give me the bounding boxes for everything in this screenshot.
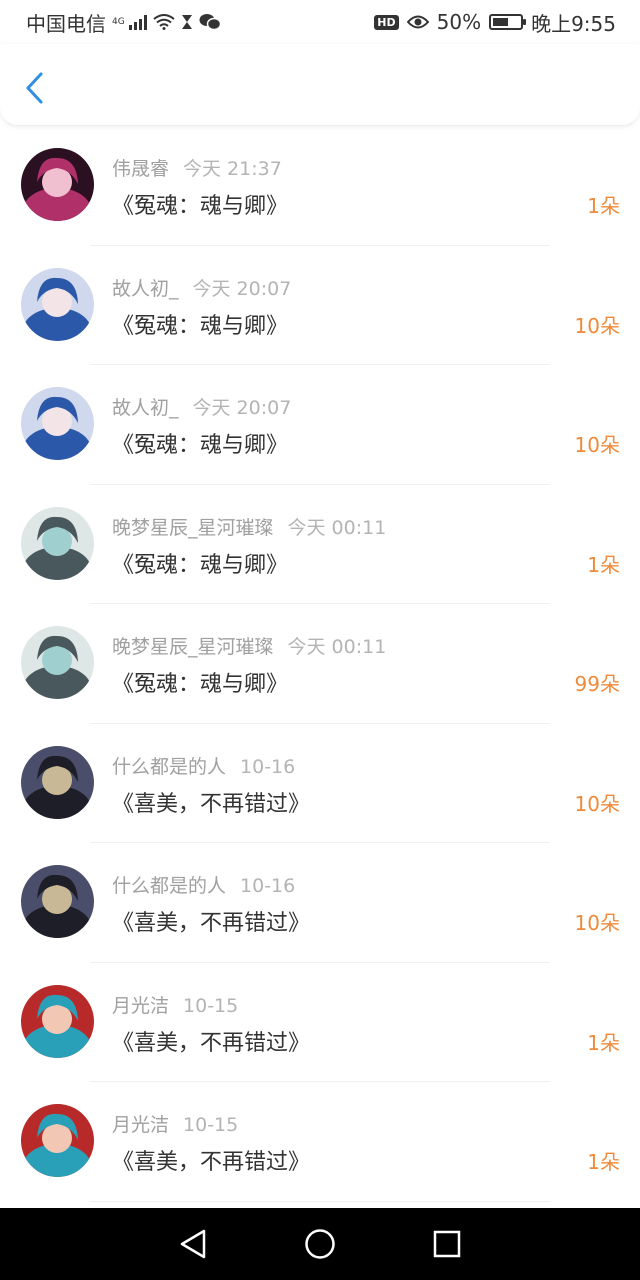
book-title[interactable]: 《冤魂：魂与卿》 xyxy=(112,308,288,340)
item-meta: 月光洁 10-15 xyxy=(112,991,238,1018)
system-nav-bar xyxy=(0,1208,640,1280)
avatar[interactable] xyxy=(21,984,94,1058)
avatar[interactable] xyxy=(21,267,94,341)
nav-home-button[interactable] xyxy=(300,1224,340,1264)
battery-fill xyxy=(493,18,509,26)
book-title[interactable]: 《喜美，不再错过》 xyxy=(112,1025,310,1057)
flower-count: 99朵 xyxy=(574,672,620,696)
book-title[interactable]: 《喜美，不再错过》 xyxy=(112,905,310,937)
item-meta: 晚梦星辰_星河璀璨 今天 00:11 xyxy=(112,513,386,540)
battery-icon xyxy=(489,14,527,30)
book-title[interactable]: 《喜美，不再错过》 xyxy=(112,786,310,818)
sender-name[interactable]: 伟晟睿 xyxy=(112,158,169,180)
flower-count: 10朵 xyxy=(574,433,620,457)
network-type: 4G xyxy=(112,17,125,27)
top-nav-bar xyxy=(0,44,640,126)
avatar[interactable] xyxy=(21,387,94,460)
chevron-left-icon xyxy=(26,72,43,104)
flower-count: 10朵 xyxy=(574,313,620,338)
clock: 晚上9:55 xyxy=(531,11,616,36)
book-title[interactable]: 《冤魂：魂与卿》 xyxy=(112,427,288,459)
sent-time: 今天 20:07 xyxy=(192,277,292,300)
status-bar: 中国电信 4G HD 50% 晚上9:55 xyxy=(0,0,640,44)
sender-name[interactable]: 晚梦星辰_星河璀璨 xyxy=(112,517,274,539)
list-item[interactable]: 什么都是的人 10-16 《喜美，不再错过》 10朵 xyxy=(0,843,640,963)
book-title[interactable]: 《冤魂：魂与卿》 xyxy=(112,547,288,579)
avatar[interactable] xyxy=(21,745,94,819)
hourglass-icon xyxy=(181,15,192,29)
nav-back-button[interactable] xyxy=(173,1224,213,1264)
battery-percent: 50% xyxy=(436,10,482,34)
sent-time: 10-15 xyxy=(183,1114,239,1136)
carrier-name: 中国电信 xyxy=(26,11,106,36)
triangle-back-icon xyxy=(181,1229,206,1259)
flower-count: 1朵 xyxy=(587,194,620,218)
sent-time: 今天 20:07 xyxy=(192,397,292,419)
item-meta: 伟晟睿 今天 21:37 xyxy=(112,154,282,181)
sent-time: 今天 00:11 xyxy=(287,516,387,539)
sent-time: 10-16 xyxy=(240,755,296,778)
avatar[interactable] xyxy=(21,148,94,221)
book-title[interactable]: 《冤魂：魂与卿》 xyxy=(112,666,288,698)
list-item[interactable]: 什么都是的人 10-16 《喜美，不再错过》 10朵 xyxy=(0,724,640,843)
item-meta: 故人初_ 今天 20:07 xyxy=(112,393,291,420)
divider xyxy=(90,1200,550,1202)
sender-name[interactable]: 故人初_ xyxy=(112,397,179,419)
gift-list: 伟晟睿 今天 21:37 《冤魂：魂与卿》 1朵 故人初_ 今天 20:07 《冤魂… xyxy=(0,126,640,1208)
square-recent-icon xyxy=(433,1230,460,1258)
status-left: 中国电信 4G xyxy=(26,8,374,37)
item-meta: 什么都是的人 10-16 xyxy=(112,871,295,898)
sent-time: 今天 21:37 xyxy=(183,158,282,180)
item-meta: 什么都是的人 10-16 xyxy=(112,752,295,779)
avatar[interactable] xyxy=(21,865,94,938)
list-item[interactable]: 故人初_ 今天 20:07 《冤魂：魂与卿》 10朵 xyxy=(0,365,640,485)
flower-count: 1朵 xyxy=(587,552,620,577)
list-item[interactable]: 晚梦星辰_星河璀璨 今天 00:11 《冤魂：魂与卿》 99朵 xyxy=(0,604,640,724)
circle-home-icon xyxy=(305,1229,335,1259)
item-meta: 月光洁 10-15 xyxy=(112,1110,238,1137)
sender-name[interactable]: 月光洁 xyxy=(112,1114,169,1136)
list-item[interactable]: 晚梦星辰_星河璀璨 今天 00:11 《冤魂：魂与卿》 1朵 xyxy=(0,485,640,604)
book-title[interactable]: 《喜美，不再错过》 xyxy=(112,1144,310,1176)
item-meta: 故人初_ 今天 20:07 xyxy=(112,274,291,301)
sender-name[interactable]: 故人初_ xyxy=(112,278,179,300)
status-right: HD 50% 晚上9:55 xyxy=(374,8,616,37)
sent-time: 今天 00:11 xyxy=(287,636,387,658)
wifi-icon xyxy=(153,14,175,30)
sent-time: 10-15 xyxy=(183,994,239,1017)
wechat-icon xyxy=(199,14,221,31)
sender-name[interactable]: 晚梦星辰_星河璀璨 xyxy=(112,636,274,658)
flower-count: 10朵 xyxy=(574,911,620,935)
hd-badge: HD xyxy=(374,14,399,30)
book-title[interactable]: 《冤魂：魂与卿》 xyxy=(112,188,288,220)
sender-name[interactable]: 月光洁 xyxy=(112,995,169,1017)
flower-count: 10朵 xyxy=(574,791,620,816)
avatar[interactable] xyxy=(21,1104,94,1177)
signal-icon xyxy=(128,14,147,30)
list-item[interactable]: 故人初_ 今天 20:07 《冤魂：魂与卿》 10朵 xyxy=(0,246,640,365)
item-meta: 晚梦星辰_星河璀璨 今天 00:11 xyxy=(112,632,386,659)
list-item[interactable]: 月光洁 10-15 《喜美，不再错过》 1朵 xyxy=(0,1082,640,1202)
sender-name[interactable]: 什么都是的人 xyxy=(112,875,226,897)
sender-name[interactable]: 什么都是的人 xyxy=(112,756,226,778)
back-button[interactable] xyxy=(18,70,50,106)
avatar[interactable] xyxy=(21,506,94,580)
nav-recent-button[interactable] xyxy=(427,1224,467,1264)
list-item[interactable]: 月光洁 10-15 《喜美，不再错过》 1朵 xyxy=(0,963,640,1082)
list-item[interactable]: 伟晟睿 今天 21:37 《冤魂：魂与卿》 1朵 xyxy=(0,126,640,246)
avatar[interactable] xyxy=(21,626,94,699)
eye-icon xyxy=(406,15,429,29)
flower-count: 1朵 xyxy=(587,1150,620,1174)
flower-count: 1朵 xyxy=(587,1030,620,1055)
sent-time: 10-16 xyxy=(240,875,296,897)
